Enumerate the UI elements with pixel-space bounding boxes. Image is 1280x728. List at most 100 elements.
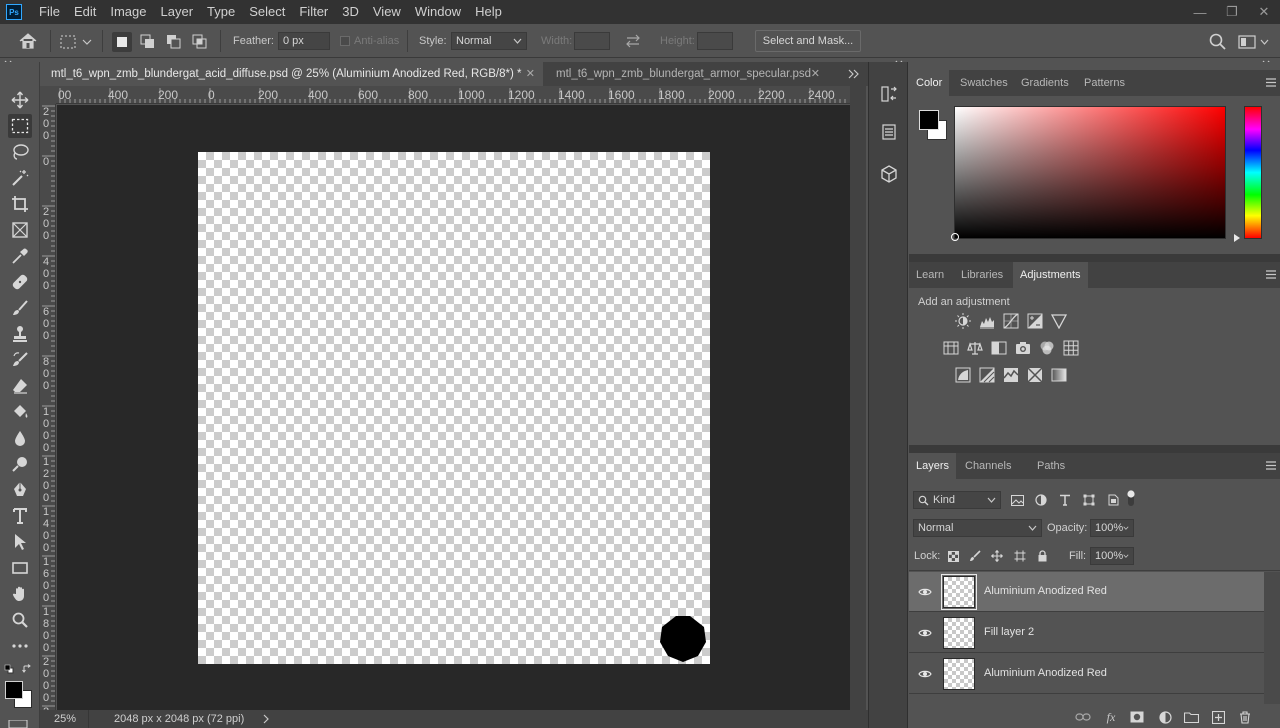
lock-transparent-pixels[interactable]: [944, 547, 962, 565]
quick-mask-button[interactable]: [8, 720, 32, 728]
path-selection-tool[interactable]: [8, 530, 32, 554]
canvas-vertical-scrollbar[interactable]: [850, 86, 866, 710]
healing-brush-tool[interactable]: [8, 270, 32, 294]
tab-color[interactable]: Color: [909, 70, 950, 96]
color-panel-foreground-swatch[interactable]: [919, 110, 939, 130]
color-lookup-button[interactable]: [1062, 339, 1080, 357]
height-input[interactable]: [697, 32, 733, 50]
workspace-switcher[interactable]: [1238, 32, 1270, 52]
3d-panel-button[interactable]: [877, 162, 901, 186]
crop-tool[interactable]: [8, 192, 32, 216]
restore-button[interactable]: ❐: [1216, 0, 1248, 24]
ruler-vertical[interactable]: 2000200400600800100012001400160018002000…: [40, 104, 56, 710]
lock-all[interactable]: [1033, 547, 1051, 565]
link-layers-button[interactable]: [1075, 710, 1091, 724]
gradient-map-button[interactable]: [1050, 366, 1068, 384]
home-button[interactable]: [16, 30, 40, 52]
exposure-button[interactable]: [1026, 312, 1044, 330]
tab-layers[interactable]: Layers: [909, 453, 957, 479]
tab-gradients[interactable]: Gradients: [1014, 70, 1076, 96]
color-picker-handle[interactable]: [951, 233, 959, 241]
eye-icon[interactable]: [918, 667, 932, 681]
panel-menu-icon[interactable]: [1266, 270, 1276, 279]
layer-row[interactable]: Aluminium Anodized Red: [909, 572, 1264, 612]
menu-help[interactable]: Help: [468, 0, 509, 24]
status-menu-button[interactable]: [262, 714, 270, 724]
menu-view[interactable]: View: [366, 0, 408, 24]
width-input[interactable]: [574, 32, 610, 50]
type-tool[interactable]: [8, 504, 32, 528]
close-window-button[interactable]: ✕: [1248, 0, 1280, 24]
eraser-tool[interactable]: [8, 374, 32, 398]
add-to-selection-button[interactable]: [138, 32, 158, 52]
photo-filter-button[interactable]: [1014, 339, 1032, 357]
brightness-contrast-button[interactable]: [954, 312, 972, 330]
menu-window[interactable]: Window: [408, 0, 468, 24]
lasso-tool[interactable]: [8, 140, 32, 164]
threshold-button[interactable]: [1002, 366, 1020, 384]
menu-edit[interactable]: Edit: [67, 0, 103, 24]
brush-tool[interactable]: [8, 296, 32, 320]
edit-toolbar-button[interactable]: [8, 634, 32, 658]
layer-row[interactable]: Aluminium Anodized Red: [909, 654, 1264, 694]
tab-swatches[interactable]: Swatches: [953, 70, 1015, 96]
minimize-button[interactable]: —: [1184, 0, 1216, 24]
ruler-horizontal[interactable]: 00 400 200 0 200 400 600 800 1000 1200 1400 1600 180…: [56, 86, 850, 104]
paint-bucket-tool[interactable]: [8, 400, 32, 424]
lock-artboard-nesting[interactable]: [1011, 547, 1029, 565]
menu-filter[interactable]: Filter: [292, 0, 335, 24]
intersect-selection-button[interactable]: [190, 32, 210, 52]
feather-input[interactable]: 0 px: [278, 32, 330, 50]
hand-tool[interactable]: [8, 582, 32, 606]
posterize-button[interactable]: [978, 366, 996, 384]
default-colors-button[interactable]: [4, 664, 14, 674]
dodge-tool[interactable]: [8, 452, 32, 476]
blur-tool[interactable]: [8, 426, 32, 450]
layer-filter-dropdown[interactable]: Kind: [913, 491, 1001, 509]
style-dropdown[interactable]: Normal: [451, 32, 527, 50]
blend-mode-dropdown[interactable]: Normal: [913, 519, 1042, 537]
fill-input[interactable]: 100%: [1090, 547, 1134, 565]
add-mask-button[interactable]: [1129, 710, 1145, 724]
hue-saturation-button[interactable]: [942, 339, 960, 357]
rectangle-tool[interactable]: [8, 556, 32, 580]
tab-libraries[interactable]: Libraries: [954, 262, 1010, 288]
swap-colors-button[interactable]: [22, 664, 32, 674]
search-button[interactable]: [1208, 32, 1228, 52]
panel-menu-icon[interactable]: [1266, 461, 1276, 470]
menu-type[interactable]: Type: [200, 0, 242, 24]
tab-patterns[interactable]: Patterns: [1077, 70, 1132, 96]
foreground-color-swatch[interactable]: [5, 681, 23, 699]
filter-smart-objects[interactable]: [1104, 491, 1122, 509]
menu-select[interactable]: Select: [242, 0, 292, 24]
lock-position[interactable]: [988, 547, 1006, 565]
eyedropper-tool[interactable]: [8, 244, 32, 268]
filter-pixel-layers[interactable]: [1008, 491, 1026, 509]
subtract-from-selection-button[interactable]: [164, 32, 184, 52]
properties-panel-button[interactable]: [877, 120, 901, 144]
new-layer-button[interactable]: [1210, 710, 1226, 724]
menu-3d[interactable]: 3D: [335, 0, 366, 24]
history-brush-tool[interactable]: [8, 348, 32, 372]
menu-image[interactable]: Image: [103, 0, 153, 24]
menu-file[interactable]: File: [32, 0, 67, 24]
hue-slider-handle[interactable]: [1234, 234, 1240, 242]
layer-name[interactable]: Fill layer 2: [984, 626, 1034, 638]
menu-layer[interactable]: Layer: [154, 0, 201, 24]
lock-image-pixels[interactable]: [966, 547, 984, 565]
pen-tool[interactable]: [8, 478, 32, 502]
new-group-button[interactable]: [1183, 710, 1199, 724]
magic-wand-tool[interactable]: [8, 166, 32, 190]
tab-acid-diffuse[interactable]: mtl_t6_wpn_zmb_blundergat_acid_diffuse.p…: [40, 62, 543, 86]
delete-layer-button[interactable]: [1237, 710, 1253, 724]
channel-mixer-button[interactable]: [1038, 339, 1056, 357]
clone-stamp-tool[interactable]: [8, 322, 32, 346]
filter-shape-layers[interactable]: [1080, 491, 1098, 509]
tab-adjustments[interactable]: Adjustments: [1013, 262, 1088, 288]
layers-scrollbar[interactable]: [1264, 572, 1280, 704]
zoom-tool[interactable]: [8, 608, 32, 632]
hue-slider[interactable]: [1244, 106, 1262, 239]
tab-armor-specular[interactable]: mtl_t6_wpn_zmb_blundergat_armor_specular…: [545, 62, 828, 86]
tool-preset-picker[interactable]: [60, 32, 96, 52]
filter-toggle[interactable]: [1126, 489, 1136, 507]
